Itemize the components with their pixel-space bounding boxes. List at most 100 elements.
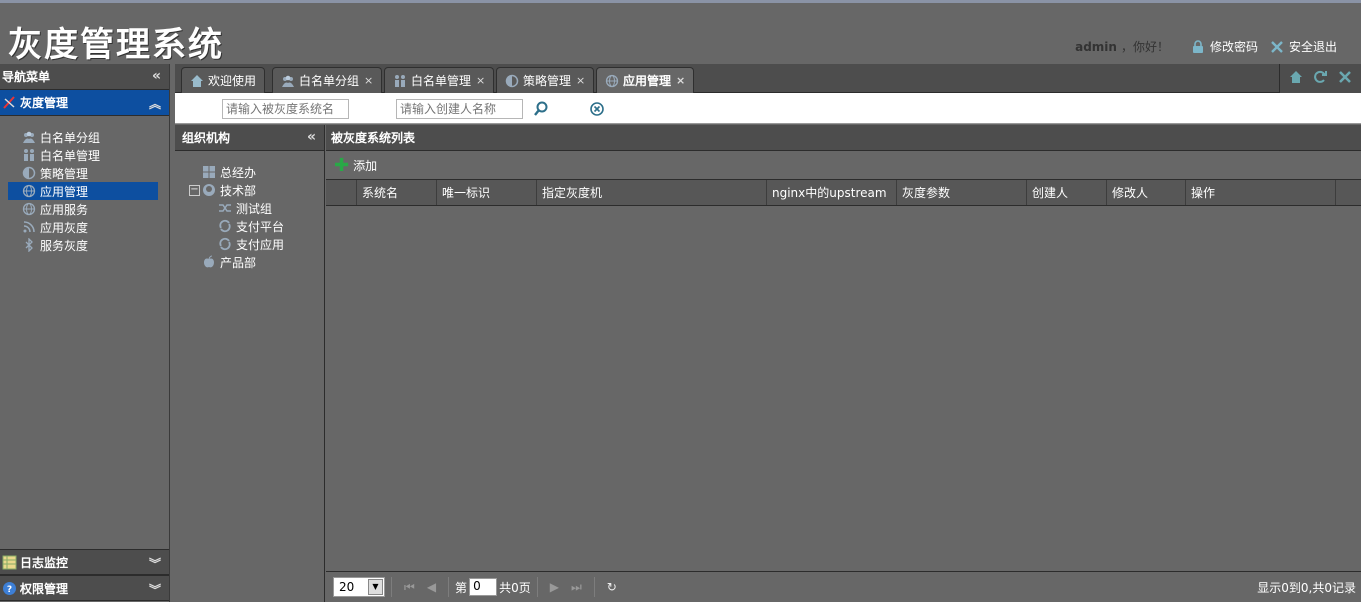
nav-item-label: 白名单分组 xyxy=(40,130,101,145)
close-icon xyxy=(1270,40,1284,54)
section-gray-manage[interactable]: 灰度管理 ︽ xyxy=(0,90,169,116)
tab-label: 白名单分组 xyxy=(299,74,360,88)
org-node-label: 产品部 xyxy=(220,255,257,270)
org-node-tech[interactable]: − 技术部 xyxy=(175,181,324,199)
nav-item-label: 应用服务 xyxy=(40,202,89,217)
list-toolbar: ✚ 添加 xyxy=(326,151,1361,180)
tab-whitelist-group[interactable]: 白名单分组 × xyxy=(272,67,383,93)
column-header[interactable]: 系统名 xyxy=(357,180,437,205)
org-node-pay-app[interactable]: 支付应用 xyxy=(175,235,324,253)
column-header[interactable]: 创建人 xyxy=(1027,180,1107,205)
chevron-up-icon[interactable]: ︽ xyxy=(149,95,161,112)
nav-header: 导航菜单 « xyxy=(0,64,169,90)
page-size-select[interactable]: 20 ▼ xyxy=(333,577,385,597)
sync-icon xyxy=(218,237,232,251)
separator xyxy=(536,577,538,597)
nav-tree: 白名单分组 白名单管理 策略管理 应用管理 应用服务 应用灰度 服务灰度 xyxy=(0,116,169,254)
org-node-product[interactable]: 产品部 xyxy=(175,253,324,271)
tab-whitelist-manage[interactable]: 白名单管理 × xyxy=(384,67,495,93)
org-node-label: 技术部 xyxy=(220,183,257,198)
change-password-label: 修改密码 xyxy=(1209,40,1258,54)
creator-name-input[interactable] xyxy=(396,99,523,119)
column-header[interactable]: 指定灰度机 xyxy=(537,180,767,205)
nav-item-whitelist-group[interactable]: 白名单分组 xyxy=(8,128,158,146)
nav-item-label: 策略管理 xyxy=(40,166,89,181)
user-area: admin ，你好！ 修改密码 安全退出 xyxy=(1075,38,1337,55)
shuffle-icon xyxy=(218,201,232,215)
search-icon[interactable] xyxy=(532,100,550,118)
home-icon[interactable] xyxy=(1289,70,1303,88)
tab-strategy[interactable]: 策略管理 × xyxy=(496,67,595,93)
org-tree: 总经办 − 技术部 测试组 支付平台 支付应用 产品部 xyxy=(175,151,324,271)
windows-icon xyxy=(202,165,216,179)
org-panel: 组织机构 « 总经办 − 技术部 测试组 支付平台 支付应用 产品部 xyxy=(175,125,325,602)
refresh-icon[interactable] xyxy=(1313,70,1328,88)
collapse-org-icon[interactable]: « xyxy=(307,129,316,145)
nav-item-app-manage[interactable]: 应用管理 xyxy=(8,182,158,200)
left-nav: 导航菜单 « 灰度管理 ︽ 白名单分组 白名单管理 策略管理 应用管理 应用服务 xyxy=(0,64,170,602)
clear-icon[interactable] xyxy=(588,100,606,118)
add-button[interactable]: ✚ 添加 xyxy=(334,155,377,176)
first-page-icon[interactable]: ⏮ xyxy=(404,580,415,595)
tab-label: 白名单管理 xyxy=(411,74,472,88)
system-name-input[interactable] xyxy=(222,99,349,119)
home-icon xyxy=(190,74,204,88)
half-circle-icon xyxy=(505,74,519,88)
list-header: 被灰度系统列表 xyxy=(326,125,1361,151)
logout-link[interactable]: 安全退出 xyxy=(1270,38,1337,55)
globe-icon xyxy=(22,184,36,198)
last-page-icon[interactable]: ⏭ xyxy=(571,580,582,595)
users-icon xyxy=(22,148,36,162)
org-node-test-group[interactable]: 测试组 xyxy=(175,199,324,217)
section-permission[interactable]: ? 权限管理 ︾ xyxy=(0,575,169,601)
page-info: 显示0到0,共0记录 xyxy=(1257,580,1356,595)
nav-item-app-gray[interactable]: 应用灰度 xyxy=(8,218,158,236)
section-label: 灰度管理 xyxy=(20,96,69,110)
nav-item-strategy[interactable]: 策略管理 xyxy=(8,164,158,182)
change-password-link[interactable]: 修改密码 xyxy=(1191,38,1258,55)
page-number-input[interactable]: 0 xyxy=(469,578,498,596)
dropdown-arrow-icon[interactable]: ▼ xyxy=(368,579,383,595)
column-header[interactable]: nginx中的upstream xyxy=(767,180,897,205)
column-header[interactable]: 操作 xyxy=(1186,180,1336,205)
close-tab-icon[interactable]: × xyxy=(676,74,685,87)
chevron-down-icon[interactable]: ︾ xyxy=(149,581,161,598)
org-node-label: 测试组 xyxy=(236,201,273,216)
sync-icon xyxy=(218,219,232,233)
log-monitor-icon xyxy=(2,555,17,570)
nav-item-label: 应用管理 xyxy=(40,184,89,199)
section-log-monitor[interactable]: 日志监控 ︾ xyxy=(0,549,169,575)
nav-item-whitelist-manage[interactable]: 白名单管理 xyxy=(8,146,158,164)
tab-tools xyxy=(1279,64,1361,93)
separator xyxy=(448,577,450,597)
column-header[interactable]: 唯一标识 xyxy=(437,180,537,205)
org-node-ceo-office[interactable]: 总经办 xyxy=(175,163,324,181)
globe-icon xyxy=(22,202,36,216)
tab-app-manage[interactable]: 应用管理 × xyxy=(596,67,695,93)
header: 灰度管理系统 admin ，你好！ 修改密码 安全退出 xyxy=(0,3,1361,65)
nav-item-app-service[interactable]: 应用服务 xyxy=(8,200,158,218)
chevron-down-icon[interactable]: ︾ xyxy=(149,555,161,572)
collapse-left-icon[interactable]: « xyxy=(152,68,161,84)
half-circle-icon xyxy=(22,166,36,180)
collapse-node-icon[interactable]: − xyxy=(189,184,200,196)
org-node-pay-platform[interactable]: 支付平台 xyxy=(175,217,324,235)
prev-page-icon[interactable]: ◀ xyxy=(427,580,436,594)
tab-welcome[interactable]: 欢迎使用 xyxy=(181,67,266,93)
column-header[interactable]: 修改人 xyxy=(1107,180,1186,205)
add-label: 添加 xyxy=(353,158,378,173)
nav-item-service-gray[interactable]: 服务灰度 xyxy=(8,236,158,254)
reload-icon[interactable]: ↻ xyxy=(607,580,617,594)
org-node-label: 总经办 xyxy=(220,165,257,180)
org-node-label: 支付应用 xyxy=(236,237,285,252)
close-tab-icon[interactable]: × xyxy=(576,74,585,87)
globe-icon xyxy=(605,74,619,88)
svg-text:?: ? xyxy=(7,585,12,595)
next-page-icon[interactable]: ▶ xyxy=(550,580,559,594)
close-tab-icon[interactable]: × xyxy=(476,74,485,87)
rss-icon xyxy=(22,220,36,234)
apple-icon xyxy=(202,255,216,269)
column-header[interactable]: 灰度参数 xyxy=(897,180,1027,205)
close-all-icon[interactable] xyxy=(1338,70,1352,88)
close-tab-icon[interactable]: × xyxy=(364,74,373,87)
